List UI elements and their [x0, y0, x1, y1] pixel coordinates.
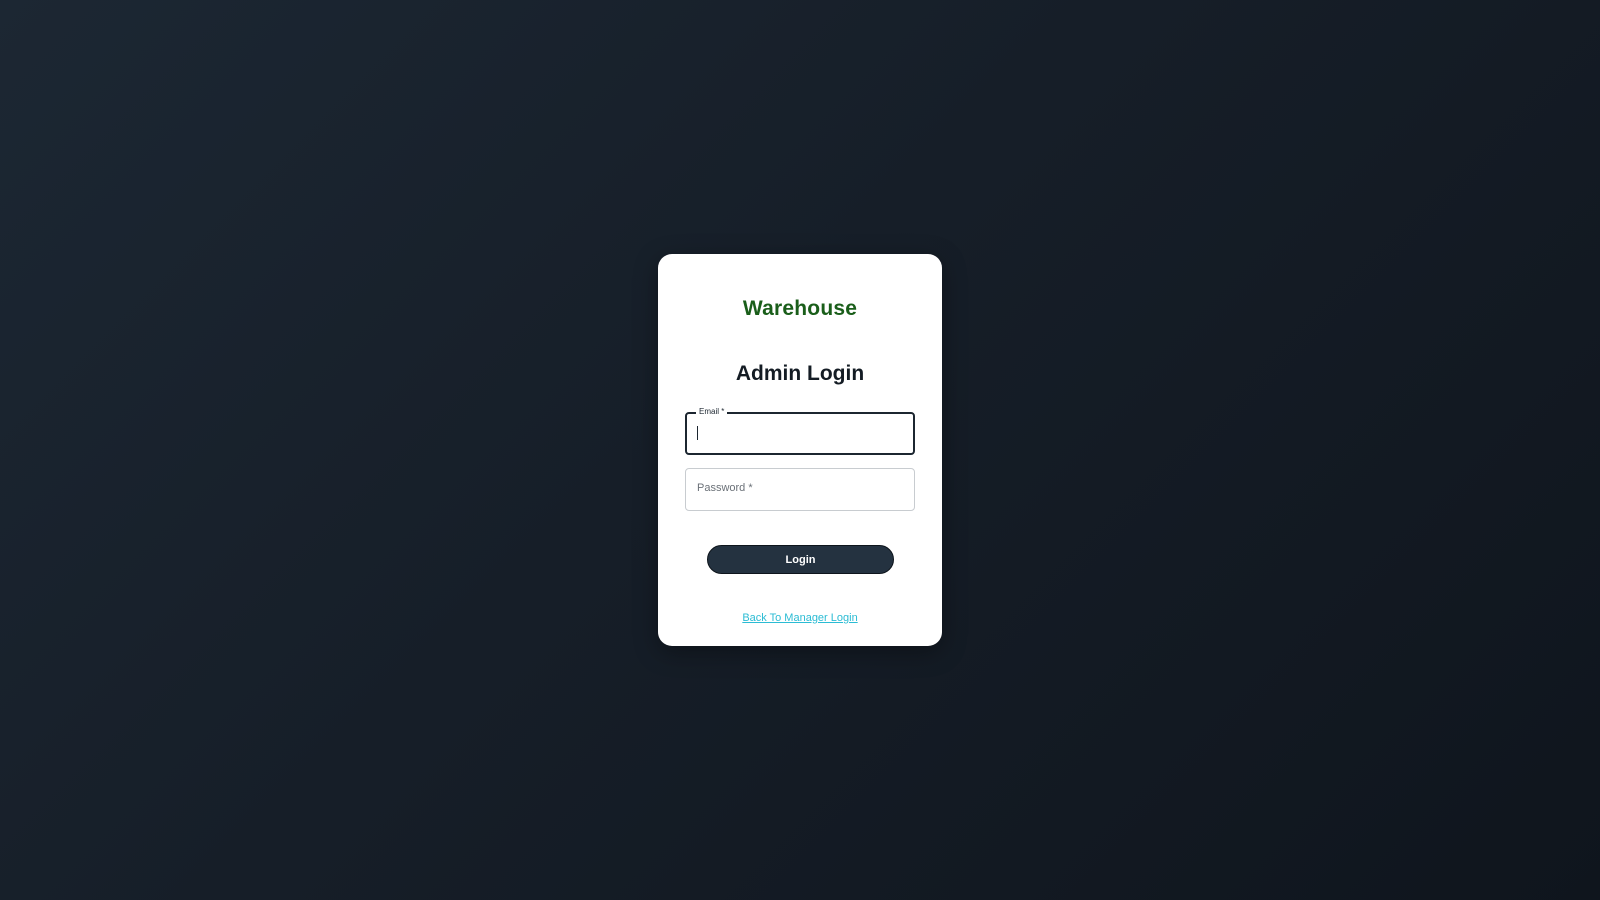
- password-input[interactable]: [686, 469, 914, 510]
- email-input[interactable]: [687, 414, 913, 453]
- brand-title: Warehouse: [742, 297, 858, 320]
- login-card: Warehouse Admin Login Email * Password *…: [658, 254, 942, 646]
- page-title: Admin Login: [735, 362, 865, 385]
- email-field[interactable]: Email *: [685, 406, 915, 455]
- password-field[interactable]: Password *: [685, 468, 915, 511]
- login-button[interactable]: Login: [707, 545, 894, 574]
- back-to-manager-login-link[interactable]: Back To Manager Login: [658, 612, 942, 624]
